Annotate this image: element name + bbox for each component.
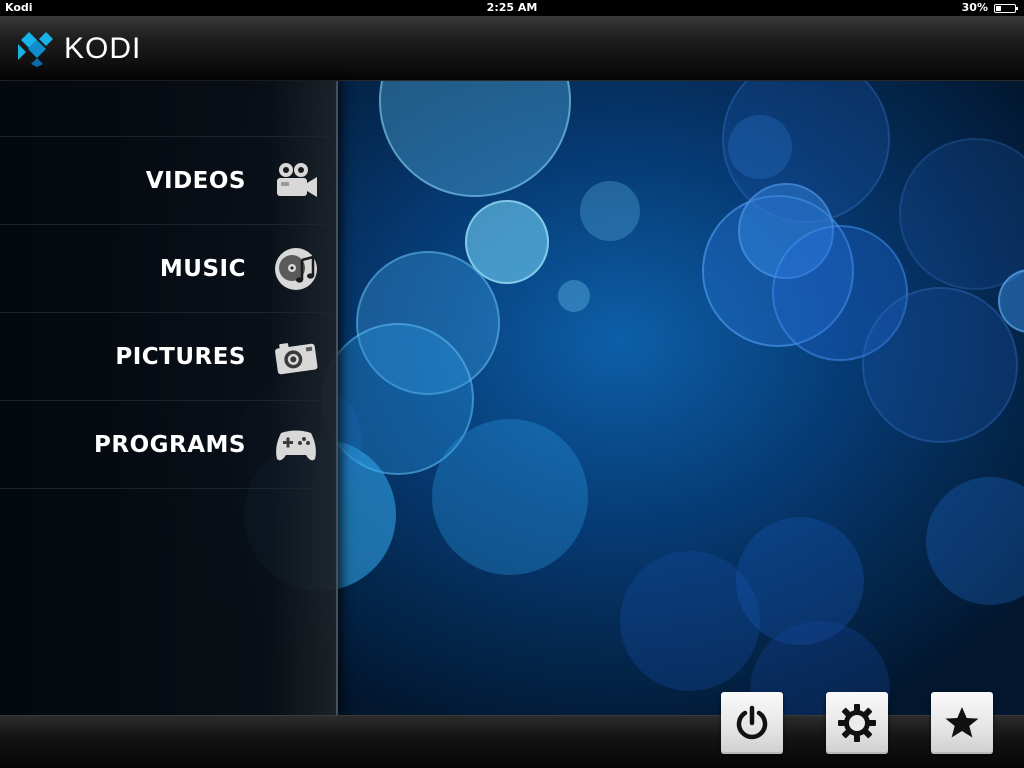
bokeh-circle bbox=[558, 280, 590, 312]
menu-item-music[interactable]: MUSIC bbox=[0, 224, 330, 312]
bokeh-circle bbox=[580, 181, 640, 241]
gear-icon bbox=[838, 704, 876, 742]
favourites-button[interactable] bbox=[931, 692, 993, 754]
header-bar: KODI bbox=[0, 16, 1024, 81]
logo-text: KODI bbox=[64, 32, 142, 65]
main-menu: VIDEOS MUSIC PICTURES PROGRAMS bbox=[0, 136, 330, 489]
gamepad-icon bbox=[272, 421, 320, 469]
menu-item-label: PROGRAMS bbox=[94, 431, 246, 458]
main-menu-panel: VIDEOS MUSIC PICTURES PROGRAMS bbox=[0, 81, 338, 715]
film-camera-icon bbox=[272, 157, 320, 205]
power-icon bbox=[736, 705, 768, 740]
music-disc-icon bbox=[272, 245, 320, 293]
power-button[interactable] bbox=[721, 692, 783, 754]
star-icon bbox=[945, 707, 979, 738]
status-battery-area: 30% bbox=[961, 0, 1018, 16]
bokeh-circle bbox=[432, 419, 588, 575]
bokeh-circle bbox=[926, 477, 1024, 605]
status-time: 2:25 AM bbox=[486, 1, 538, 14]
battery-icon bbox=[994, 3, 1018, 13]
kodi-logo[interactable]: KODI bbox=[18, 30, 141, 68]
menu-item-label: VIDEOS bbox=[145, 167, 246, 194]
photo-camera-icon bbox=[272, 333, 320, 381]
kodi-logo-icon bbox=[18, 32, 53, 67]
kodi-home-screen: Kodi 2:25 AM 30% KODI VIDEOS MUSIC PICTU… bbox=[0, 0, 1024, 768]
menu-item-label: MUSIC bbox=[159, 255, 246, 282]
battery-percent: 30% bbox=[961, 1, 988, 14]
menu-item-programs[interactable]: PROGRAMS bbox=[0, 400, 330, 489]
menu-item-label: PICTURES bbox=[115, 343, 246, 370]
settings-button[interactable] bbox=[826, 692, 888, 754]
bokeh-circle bbox=[862, 287, 1018, 443]
menu-item-pictures[interactable]: PICTURES bbox=[0, 312, 330, 400]
bokeh-circle bbox=[899, 138, 1024, 290]
bokeh-circle bbox=[379, 81, 571, 197]
battery-level-fill bbox=[996, 5, 1001, 11]
menu-item-videos[interactable]: VIDEOS bbox=[0, 136, 330, 224]
status-bar: Kodi 2:25 AM 30% bbox=[0, 0, 1024, 16]
